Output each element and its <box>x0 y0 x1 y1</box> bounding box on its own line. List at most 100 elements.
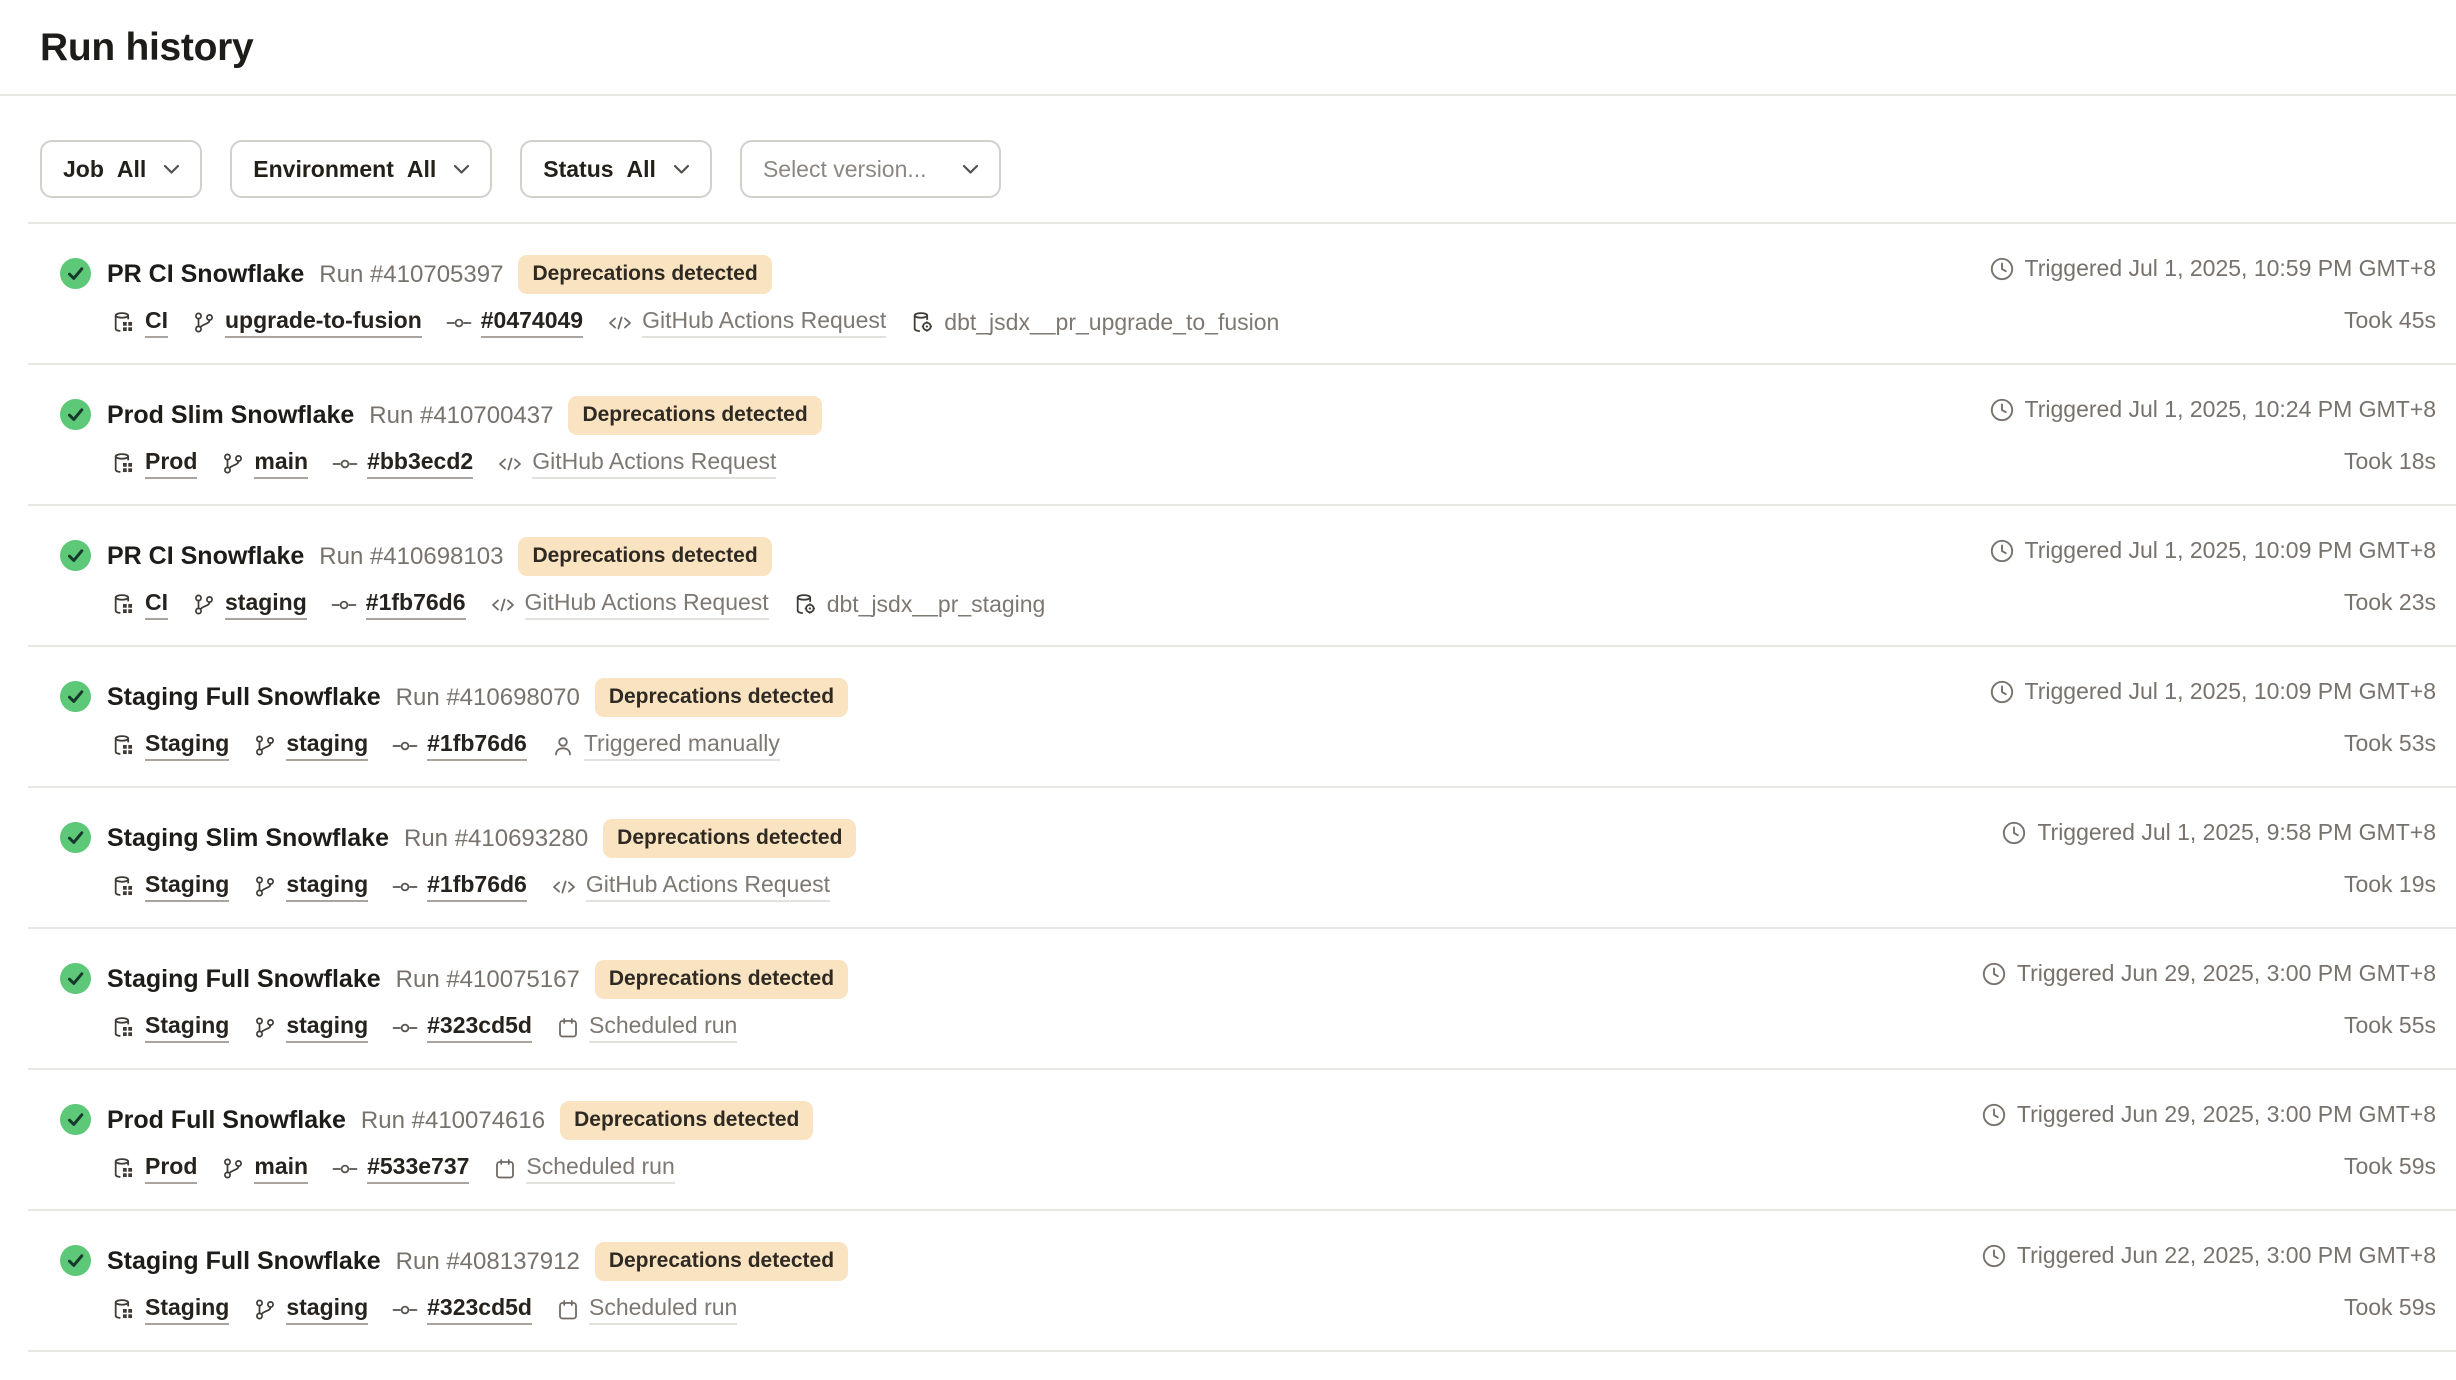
run-row-main: Staging Full Snowflake Run #408137912 De… <box>107 1242 848 1325</box>
schema-item: dbt_jsdx__pr_upgrade_to_fusion <box>910 309 1279 336</box>
clock-icon <box>1989 679 2015 705</box>
commit-item[interactable]: #1fb76d6 <box>331 589 466 620</box>
job-name-link[interactable]: Prod Full Snowflake <box>107 1106 346 1135</box>
database-grid-icon <box>111 733 136 758</box>
deprecations-badge: Deprecations detected <box>568 396 821 435</box>
code-icon <box>490 593 516 617</box>
job-name-link[interactable]: PR CI Snowflake <box>107 542 304 571</box>
branch-item[interactable]: upgrade-to-fusion <box>192 307 422 338</box>
triggered-timestamp: Triggered Jun 29, 2025, 3:00 PM GMT+8 <box>2017 960 2436 987</box>
git-branch-icon <box>221 452 245 476</box>
commit-item[interactable]: #323cd5d <box>392 1012 532 1043</box>
chevron-down-icon <box>453 164 470 175</box>
git-branch-icon <box>253 1016 277 1040</box>
git-commit-icon <box>392 1016 418 1040</box>
job-filter-dropdown[interactable]: Job All <box>40 140 202 198</box>
branch-item[interactable]: staging <box>253 730 368 761</box>
check-circle-icon <box>60 1104 91 1135</box>
branch-item[interactable]: main <box>221 448 308 479</box>
chevron-down-icon <box>962 164 979 175</box>
git-commit-icon <box>331 593 357 617</box>
job-name-link[interactable]: Prod Slim Snowflake <box>107 401 354 430</box>
run-history-row[interactable]: PR CI Snowflake Run #410698103 Deprecati… <box>28 506 2456 647</box>
branch-item[interactable]: staging <box>253 1012 368 1043</box>
environment-link: Prod <box>145 448 197 479</box>
environment-filter-label: Environment <box>253 156 394 183</box>
triggered-timestamp: Triggered Jun 22, 2025, 3:00 PM GMT+8 <box>2017 1242 2436 1269</box>
check-circle-icon <box>60 963 91 994</box>
environment-item[interactable]: CI <box>111 589 168 620</box>
job-name-link[interactable]: Staging Full Snowflake <box>107 683 381 712</box>
title-divider <box>0 94 2456 96</box>
code-icon <box>607 311 633 335</box>
environment-item[interactable]: Staging <box>111 1294 229 1325</box>
clock-icon <box>1989 256 2015 282</box>
commit-item[interactable]: #0474049 <box>446 307 583 338</box>
run-history-row[interactable]: Prod Full Snowflake Run #410074616 Depre… <box>28 1070 2456 1211</box>
run-row-right: Triggered Jun 22, 2025, 3:00 PM GMT+8 To… <box>1981 1242 2436 1325</box>
run-history-row[interactable]: Staging Full Snowflake Run #410075167 De… <box>28 929 2456 1070</box>
run-row-left: Staging Full Snowflake Run #408137912 De… <box>60 1242 848 1325</box>
trigger-source-label: Triggered manually <box>584 730 780 761</box>
commit-item[interactable]: #323cd5d <box>392 1294 532 1325</box>
trigger-source-label: GitHub Actions Request <box>532 448 776 479</box>
run-history-row[interactable]: PR CI Snowflake Run #410705397 Deprecati… <box>28 224 2456 365</box>
schema-name: dbt_jsdx__pr_staging <box>827 591 1046 618</box>
database-grid-icon <box>111 1156 136 1181</box>
environment-item[interactable]: Prod <box>111 448 197 479</box>
environment-item[interactable]: Prod <box>111 1153 197 1184</box>
job-name-link[interactable]: Staging Full Snowflake <box>107 1247 381 1276</box>
commit-item[interactable]: #533e737 <box>332 1153 469 1184</box>
status-filter-value: All <box>627 156 656 183</box>
run-row-left: Staging Full Snowflake Run #410698070 De… <box>60 678 848 761</box>
database-grid-icon <box>111 1015 136 1040</box>
commit-item[interactable]: #1fb76d6 <box>392 871 527 902</box>
environment-item[interactable]: Staging <box>111 1012 229 1043</box>
schema-item: dbt_jsdx__pr_staging <box>793 591 1046 618</box>
run-history-row[interactable]: Staging Full Snowflake Run #408137912 De… <box>28 1211 2456 1352</box>
run-row-left: Staging Slim Snowflake Run #410693280 De… <box>60 819 856 902</box>
branch-item[interactable]: staging <box>192 589 307 620</box>
commit-item[interactable]: #bb3ecd2 <box>332 448 473 479</box>
check-circle-icon <box>60 822 91 853</box>
branch-item[interactable]: main <box>221 1153 308 1184</box>
clock-icon <box>1981 1102 2007 1128</box>
clock-icon <box>2001 820 2027 846</box>
environment-item[interactable]: Staging <box>111 871 229 902</box>
job-name-link[interactable]: PR CI Snowflake <box>107 260 304 289</box>
calendar-icon <box>556 1298 580 1322</box>
trigger-item: GitHub Actions Request <box>497 448 776 479</box>
status-filter-dropdown[interactable]: Status All <box>520 140 712 198</box>
run-row-main: PR CI Snowflake Run #410698103 Deprecati… <box>107 537 1045 620</box>
run-row-main: Staging Full Snowflake Run #410075167 De… <box>107 960 848 1043</box>
triggered-timestamp: Triggered Jul 1, 2025, 10:09 PM GMT+8 <box>2025 537 2436 564</box>
git-branch-icon <box>253 734 277 758</box>
schema-name: dbt_jsdx__pr_upgrade_to_fusion <box>944 309 1279 336</box>
page-title: Run history <box>40 26 2456 70</box>
commit-item[interactable]: #1fb76d6 <box>392 730 527 761</box>
deprecations-badge: Deprecations detected <box>595 678 848 717</box>
branch-item[interactable]: staging <box>253 1294 368 1325</box>
database-grid-icon <box>111 1297 136 1322</box>
environment-item[interactable]: Staging <box>111 730 229 761</box>
run-history-row[interactable]: Staging Full Snowflake Run #410698070 De… <box>28 647 2456 788</box>
run-row-main: Prod Slim Snowflake Run #410700437 Depre… <box>107 396 822 479</box>
job-name-link[interactable]: Staging Slim Snowflake <box>107 824 389 853</box>
calendar-icon <box>556 1016 580 1040</box>
run-row-right: Triggered Jul 1, 2025, 10:09 PM GMT+8 To… <box>1989 537 2436 620</box>
branch-link: upgrade-to-fusion <box>225 307 422 338</box>
job-filter-value: All <box>117 156 146 183</box>
job-name-link[interactable]: Staging Full Snowflake <box>107 965 381 994</box>
version-filter-dropdown[interactable]: Select version... <box>740 140 1001 198</box>
run-history-row[interactable]: Staging Slim Snowflake Run #410693280 De… <box>28 788 2456 929</box>
environment-item[interactable]: CI <box>111 307 168 338</box>
trigger-item: GitHub Actions Request <box>607 307 886 338</box>
trigger-item: GitHub Actions Request <box>551 871 830 902</box>
run-history-row[interactable]: Prod Slim Snowflake Run #410700437 Depre… <box>28 365 2456 506</box>
calendar-icon <box>493 1157 517 1181</box>
environment-filter-dropdown[interactable]: Environment All <box>230 140 492 198</box>
commit-link: #323cd5d <box>427 1012 532 1043</box>
branch-item[interactable]: staging <box>253 871 368 902</box>
git-commit-icon <box>392 875 418 899</box>
git-branch-icon <box>192 311 216 335</box>
